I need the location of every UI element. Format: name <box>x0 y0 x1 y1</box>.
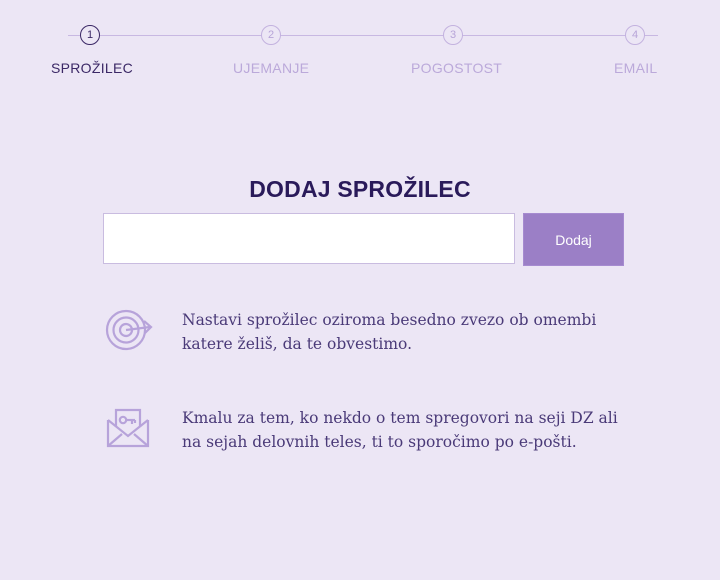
step-3-circle[interactable]: 3 <box>443 25 463 45</box>
info-text-trigger: Nastavi sprožilec oziroma besedno zvezo … <box>182 311 597 353</box>
step-1-label[interactable]: SPROŽILEC <box>51 60 133 76</box>
step-1-circle[interactable]: 1 <box>80 25 100 45</box>
step-4-circle[interactable]: 4 <box>625 25 645 45</box>
step-3-label[interactable]: POGOSTOST <box>411 60 502 76</box>
step-2-circle[interactable]: 2 <box>261 25 281 45</box>
stepper: 1 SPROŽILEC 2 UJEMANJE 3 POGOSTOST 4 EMA… <box>0 22 720 82</box>
trigger-input[interactable] <box>103 213 515 264</box>
stepper-line <box>68 35 658 36</box>
target-icon <box>104 308 154 358</box>
step-4-label[interactable]: EMAIL <box>614 60 658 76</box>
step-2-label[interactable]: UJEMANJE <box>233 60 309 76</box>
info-text-email: Kmalu za tem, ko nekdo o tem spregovori … <box>182 409 618 451</box>
page-title: DODAJ SPROŽILEC <box>249 176 471 202</box>
add-button[interactable]: Dodaj <box>523 213 624 266</box>
envelope-key-icon <box>104 406 154 456</box>
